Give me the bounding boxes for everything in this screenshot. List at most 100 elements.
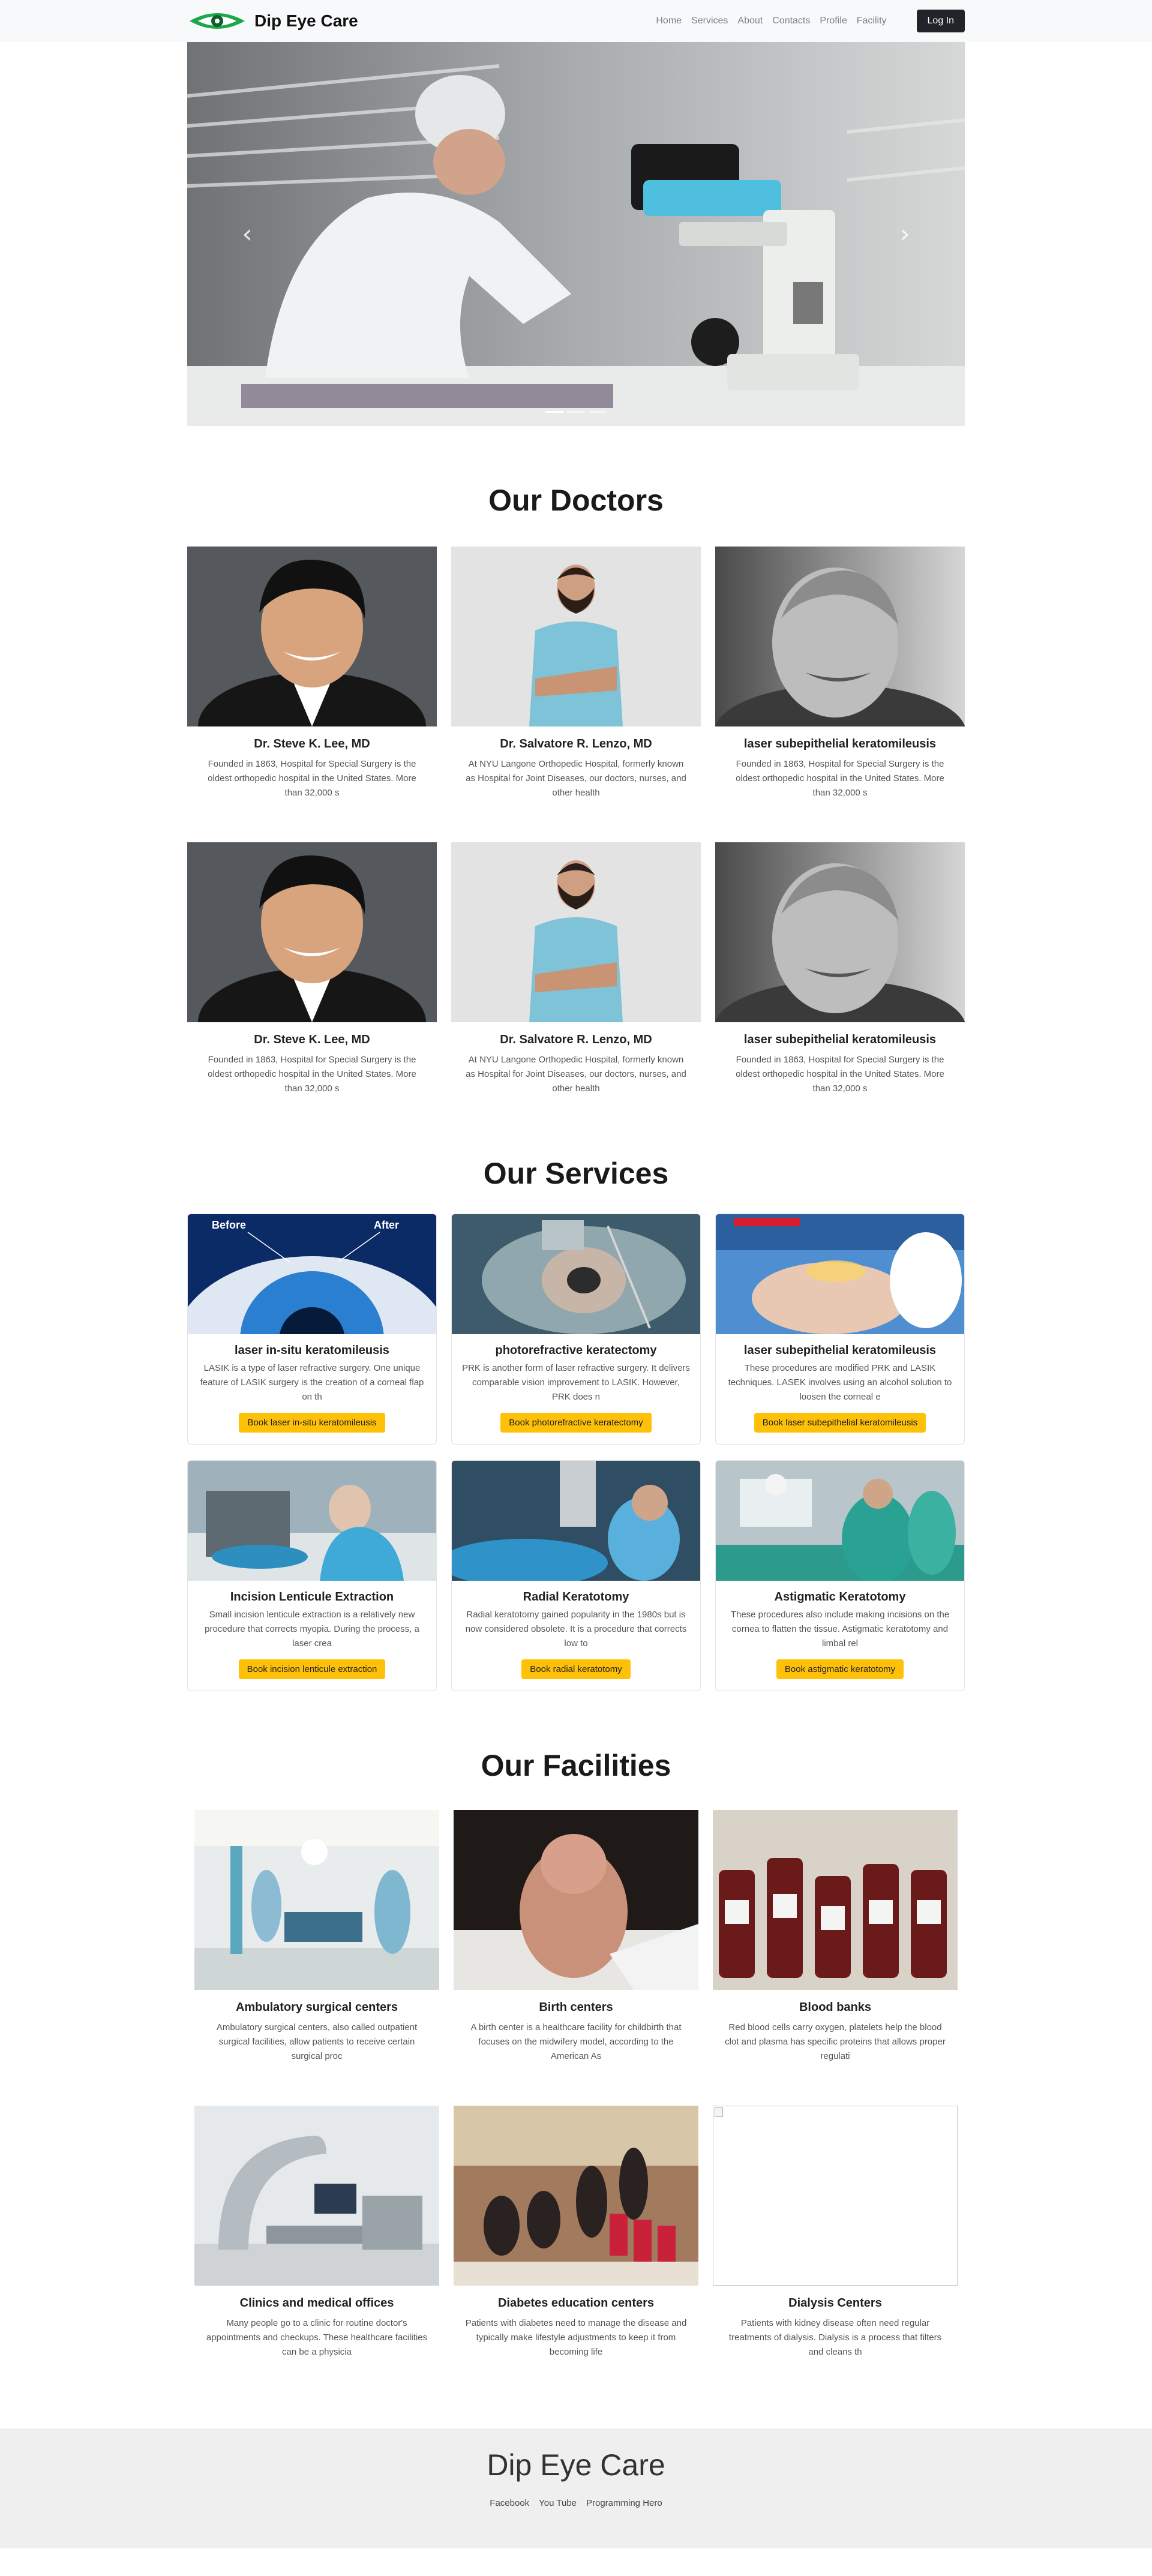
facility-name: Ambulatory surgical centers <box>235 2001 398 2014</box>
doctor-name: laser subepithelial keratomileusis <box>743 1033 937 1046</box>
doctor-description: Founded in 1863, Hospital for Special Su… <box>736 759 944 798</box>
carousel-slide-image <box>187 42 965 426</box>
doctors-grid: Dr. Steve K. Lee, MD Founded in 1863, Ho… <box>187 547 965 800</box>
service-card: Astigmatic Keratotomy These procedures a… <box>715 1460 965 1691</box>
footer-link-facebook[interactable]: Facebook <box>485 2498 534 2508</box>
doctor-card: Dr. Steve K. Lee, MD Founded in 1863, Ho… <box>187 547 437 800</box>
service-card: Before After laser in-situ keratomileusis… <box>187 1214 437 1445</box>
nav-link-contacts[interactable]: Contacts <box>767 16 815 26</box>
service-description: Small incision lenticule extraction is a… <box>205 1610 419 1649</box>
facility-image-broken <box>713 2106 958 2286</box>
service-description: Radial keratotomy gained popularity in t… <box>465 1610 687 1649</box>
service-description: LASIK is a type of laser refractive surg… <box>200 1363 424 1402</box>
service-name: laser in-situ keratomileusis <box>235 1344 389 1357</box>
carousel-indicator[interactable] <box>545 411 563 413</box>
doctor-card: Dr. Salvatore R. Lenzo, MD At NYU Langon… <box>451 842 701 1096</box>
facility-name: Dialysis Centers <box>788 2296 882 2310</box>
book-service-button[interactable]: Book laser subepithelial keratomileusis <box>754 1413 926 1433</box>
footer-brand: Dip Eye Care <box>487 2448 665 2482</box>
facility-card: Diabetes education centers Patients with… <box>454 2106 698 2359</box>
facility-card: Birth centers A birth center is a health… <box>454 1810 698 2064</box>
carousel-next-button[interactable]: › <box>887 219 923 250</box>
service-description: These procedures are modified PRK and LA… <box>728 1363 952 1402</box>
services-grid: Before After laser in-situ keratomileusis… <box>187 1214 965 1691</box>
facility-image <box>194 1810 439 1990</box>
service-description: These procedures also include making inc… <box>730 1610 950 1649</box>
doctor-photo <box>451 547 701 726</box>
book-service-button[interactable]: Book astigmatic keratotomy <box>776 1659 904 1679</box>
service-image <box>452 1214 700 1334</box>
facility-description: Many people go to a clinic for routine d… <box>206 2318 428 2357</box>
facilities-grid: Ambulatory surgical centers Ambulatory s… <box>194 1810 958 2064</box>
nav-link-home[interactable]: Home <box>651 16 686 26</box>
service-card: laser subepithelial keratomileusis These… <box>715 1214 965 1445</box>
book-service-button[interactable]: Book photorefractive keratectomy <box>500 1413 652 1433</box>
doctors-section: Our Doctors Dr. Steve K. Lee, MD Founded… <box>187 426 965 1096</box>
nav-link-about[interactable]: About <box>733 16 767 26</box>
service-card: Radial Keratotomy Radial keratotomy gain… <box>451 1460 701 1691</box>
doctor-description: Founded in 1863, Hospital for Special Su… <box>208 1055 416 1094</box>
doctor-name: Dr. Salvatore R. Lenzo, MD <box>500 737 652 750</box>
doctor-description: Founded in 1863, Hospital for Special Su… <box>736 1055 944 1094</box>
service-image <box>188 1461 436 1581</box>
service-name: Incision Lenticule Extraction <box>230 1590 394 1604</box>
footer-link-youtube[interactable]: You Tube <box>534 2498 581 2508</box>
doctor-name: laser subepithelial keratomileusis <box>743 737 937 750</box>
login-button[interactable]: Log In <box>916 10 965 32</box>
book-service-button[interactable]: Book laser in-situ keratomileusis <box>239 1413 385 1433</box>
service-card: Incision Lenticule Extraction Small inci… <box>187 1460 437 1691</box>
services-title: Our Services <box>483 1157 669 1190</box>
facility-name: Clinics and medical offices <box>239 2296 394 2310</box>
facility-image <box>713 1810 958 1990</box>
facility-name: Birth centers <box>539 2001 613 2014</box>
service-card: photorefractive keratectomy PRK is anoth… <box>451 1214 701 1445</box>
facilities-title: Our Facilities <box>481 1749 671 1782</box>
facility-description: Patients with diabetes need to manage th… <box>465 2318 687 2357</box>
nav-menu: Home Services About Contacts Profile Fac… <box>651 10 965 32</box>
facility-card: Clinics and medical offices Many people … <box>194 2106 439 2359</box>
nav-link-facility[interactable]: Facility <box>852 16 892 26</box>
doctor-description: Founded in 1863, Hospital for Special Su… <box>208 759 416 798</box>
doctor-card: Dr. Salvatore R. Lenzo, MD At NYU Langon… <box>451 547 701 800</box>
doctor-photo <box>715 547 965 726</box>
carousel-prev-button[interactable]: ‹ <box>229 219 265 250</box>
doctor-description: At NYU Langone Orthopedic Hospital, form… <box>466 759 686 798</box>
service-image <box>452 1461 700 1581</box>
carousel-indicators <box>545 411 607 413</box>
footer-link-programming-hero[interactable]: Programming Hero <box>581 2498 667 2508</box>
footer-links: Facebook You Tube Programming Hero <box>0 2498 1152 2508</box>
doctor-photo <box>451 842 701 1022</box>
services-section: Our Services Before After laser in-situ k… <box>187 1096 965 1691</box>
doctor-photo <box>187 842 437 1022</box>
chevron-left-icon: ‹ <box>242 218 253 250</box>
footer: Dip Eye Care Facebook You Tube Programmi… <box>0 2428 1152 2548</box>
doctor-photo <box>187 547 437 726</box>
service-name: Astigmatic Keratotomy <box>774 1590 906 1604</box>
facility-description: Red blood cells carry oxygen, platelets … <box>725 2022 946 2061</box>
facility-image <box>194 2106 439 2286</box>
service-image <box>716 1461 964 1581</box>
service-image: Before After <box>188 1214 436 1334</box>
broken-image-icon <box>715 2107 723 2117</box>
facility-image <box>454 2106 698 2286</box>
chevron-right-icon: › <box>899 218 910 250</box>
carousel-indicator[interactable] <box>589 411 607 413</box>
service-description: PRK is another form of laser refractive … <box>462 1363 690 1402</box>
doctors-grid: Dr. Steve K. Lee, MD Founded in 1863, Ho… <box>187 842 965 1096</box>
doctor-name: Dr. Steve K. Lee, MD <box>254 737 370 750</box>
doctor-card: laser subepithelial keratomileusis Found… <box>715 842 965 1096</box>
nav-link-services[interactable]: Services <box>686 16 733 26</box>
facility-image <box>454 1810 698 1990</box>
facility-name: Diabetes education centers <box>497 2296 655 2310</box>
navbar: Dip Eye Care Home Services About Contact… <box>0 0 1152 42</box>
nav-link-profile[interactable]: Profile <box>815 16 851 26</box>
service-name: laser subepithelial keratomileusis <box>743 1344 937 1357</box>
book-service-button[interactable]: Book radial keratotomy <box>521 1659 631 1679</box>
facility-description: Ambulatory surgical centers, also called… <box>216 2022 418 2061</box>
book-service-button[interactable]: Book incision lenticule extraction <box>238 1659 386 1679</box>
carousel-indicator[interactable] <box>567 411 585 413</box>
facility-card: Dialysis Centers Patients with kidney di… <box>713 2106 958 2359</box>
brand[interactable]: Dip Eye Care <box>187 9 358 33</box>
service-image <box>716 1214 964 1334</box>
